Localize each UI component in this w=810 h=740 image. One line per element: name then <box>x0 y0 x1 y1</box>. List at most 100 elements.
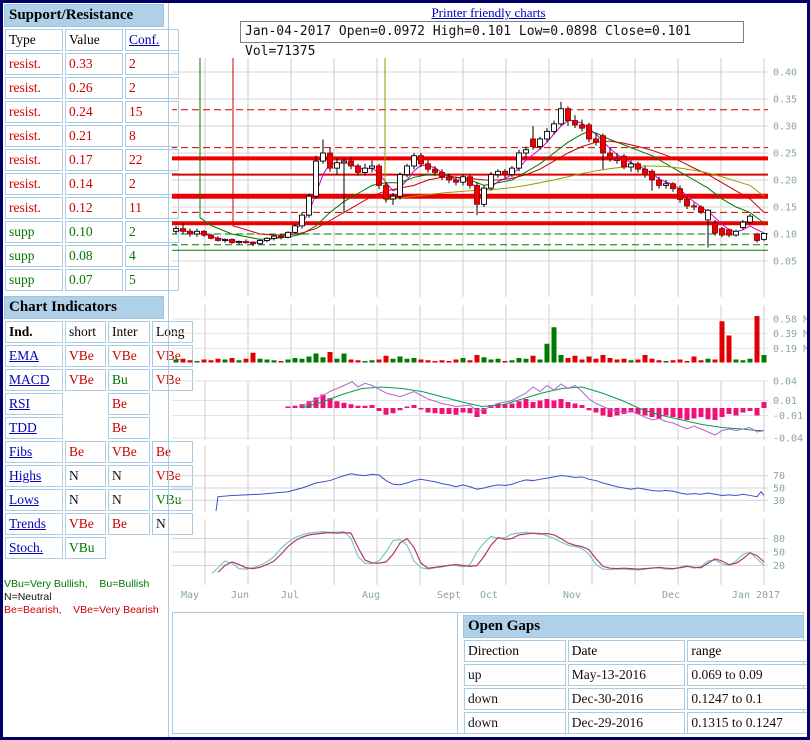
svg-text:Jul: Jul <box>281 590 299 601</box>
sr-conf-cell: 2 <box>125 53 179 75</box>
open-gaps-title: Open Gaps <box>463 615 804 638</box>
svg-text:0.40: 0.40 <box>773 68 797 79</box>
gaps-col-range: range <box>687 640 808 662</box>
ind-col-inter: Inter <box>108 321 150 343</box>
sr-conf-cell: 5 <box>125 269 179 291</box>
indicator-row: TrendsVBeBeN <box>5 513 193 535</box>
sr-type-cell: resist. <box>5 149 63 171</box>
sr-conf-cell: 4 <box>125 245 179 267</box>
svg-text:Jan 2017: Jan 2017 <box>732 590 780 601</box>
sr-conf-cell: 2 <box>125 173 179 195</box>
svg-text:50: 50 <box>773 484 785 495</box>
sr-row: supp0.084 <box>5 245 179 267</box>
gap-range-cell: 0.1247 to 0.1 <box>687 688 808 710</box>
ind-rating-cell: N <box>108 465 150 487</box>
gap-row: downDec-29-20160.1315 to 0.1247 <box>464 712 808 734</box>
svg-text:Sept: Sept <box>437 590 461 601</box>
ind-empty-cell <box>65 393 106 415</box>
indicator-link-tdd[interactable]: TDD <box>9 420 37 435</box>
ind-rating-cell: Be <box>108 513 150 535</box>
column-divider <box>168 3 169 737</box>
sr-value-cell: 0.26 <box>65 77 123 99</box>
svg-text:80: 80 <box>773 534 785 545</box>
ind-name-cell: MACD <box>5 369 63 391</box>
sr-type-cell: resist. <box>5 53 63 75</box>
indicator-link-highs[interactable]: Highs <box>9 468 41 483</box>
ind-rating-cell: VBu <box>65 537 106 559</box>
indicator-link-fibs[interactable]: Fibs <box>9 444 32 459</box>
legend-line: VBu=Very Bullish, Bu=Bullish <box>4 578 166 591</box>
sr-row: resist.0.332 <box>5 53 179 75</box>
indicator-link-ema[interactable]: EMA <box>9 348 39 363</box>
ind-col-ind: Ind. <box>5 321 63 343</box>
sr-value-cell: 0.14 <box>65 173 123 195</box>
sr-type-cell: resist. <box>5 197 63 219</box>
ind-name-cell: Lows <box>5 489 63 511</box>
svg-text:20: 20 <box>773 561 785 572</box>
sr-col-type: Type <box>5 29 63 51</box>
sr-value-cell: 0.12 <box>65 197 123 219</box>
ind-name-cell: Trends <box>5 513 63 535</box>
gap-range-cell: 0.1315 to 0.1247 <box>687 712 808 734</box>
sr-row: resist.0.262 <box>5 77 179 99</box>
printer-friendly-link[interactable]: Printer friendly charts <box>431 5 545 20</box>
support-resistance-table: TypeValueConf.resist.0.332resist.0.262re… <box>3 27 181 293</box>
gap-direction-cell: up <box>464 664 566 686</box>
svg-text:-0.04: -0.04 <box>773 434 803 445</box>
ind-name-cell: Fibs <box>5 441 63 463</box>
gaps-col-date: Date <box>568 640 686 662</box>
sr-value-cell: 0.07 <box>65 269 123 291</box>
ohlc-readout-box[interactable]: Jan-04-2017 Open=0.0972 High=0.101 Low=0… <box>240 21 744 43</box>
ind-name-cell: Highs <box>5 465 63 487</box>
ind-rating-cell: Bu <box>108 369 150 391</box>
chart-indicators-table: Ind.shortInterLongEMAVBeVBeVBeMACDVBeBuV… <box>3 319 195 561</box>
gap-direction-cell: down <box>464 712 566 734</box>
chart-indicators-title: Chart Indicators <box>4 296 164 319</box>
svg-text:50: 50 <box>773 548 785 559</box>
indicator-link-stoch[interactable]: Stoch. <box>9 540 43 555</box>
support-resistance-title: Support/Resistance <box>4 4 164 27</box>
sr-type-cell: resist. <box>5 101 63 123</box>
svg-text:0.58 M: 0.58 M <box>773 315 808 326</box>
gap-range-cell: 0.069 to 0.09 <box>687 664 808 686</box>
gap-date-cell: Dec-29-2016 <box>568 712 686 734</box>
ind-rating-cell: VBe <box>108 441 150 463</box>
indicator-row: HighsNNVBe <box>5 465 193 487</box>
sr-type-cell: supp <box>5 245 63 267</box>
sr-conf-cell: 15 <box>125 101 179 123</box>
sr-type-cell: resist. <box>5 173 63 195</box>
ind-rating-cell: N <box>108 489 150 511</box>
indicator-link-lows[interactable]: Lows <box>9 492 39 507</box>
ind-rating-cell: Be <box>108 417 150 439</box>
legend-line: Be=Bearish, VBe=Very Bearish <box>4 604 166 617</box>
printer-link-row: Printer friendly charts <box>170 4 807 22</box>
gap-row: downDec-30-20160.1247 to 0.1 <box>464 688 808 710</box>
gap-date-cell: May-13-2016 <box>568 664 686 686</box>
sr-conf-cell: 2 <box>125 77 179 99</box>
svg-text:Jun: Jun <box>231 590 249 601</box>
svg-text:Oct: Oct <box>480 590 498 601</box>
ind-name-cell: RSI <box>5 393 63 415</box>
sr-conf-cell: 22 <box>125 149 179 171</box>
sr-row: resist.0.1722 <box>5 149 179 171</box>
sr-value-cell: 0.24 <box>65 101 123 123</box>
indicator-row: LowsNNVBu <box>5 489 193 511</box>
indicator-row: RSI Be <box>5 393 193 415</box>
legend-line: N=Neutral <box>4 591 166 604</box>
ind-empty-cell <box>65 417 106 439</box>
sr-value-cell: 0.21 <box>65 125 123 147</box>
indicator-link-rsi[interactable]: RSI <box>9 396 30 411</box>
sr-row: supp0.102 <box>5 221 179 243</box>
conf-link[interactable]: Conf. <box>129 32 159 47</box>
svg-text:0.04: 0.04 <box>773 377 797 388</box>
indicator-link-trends[interactable]: Trends <box>9 516 46 531</box>
sr-col-conf: Conf. <box>125 29 179 51</box>
sr-conf-cell: 2 <box>125 221 179 243</box>
sr-value-cell: 0.10 <box>65 221 123 243</box>
indicator-link-macd[interactable]: MACD <box>9 372 50 387</box>
indicator-legend: VBu=Very Bullish, Bu=BullishN=NeutralBe=… <box>4 578 166 617</box>
ind-rating-cell: Be <box>108 393 150 415</box>
ind-name-cell: Stoch. <box>5 537 63 559</box>
sr-col-value: Value <box>65 29 123 51</box>
sr-row: resist.0.1211 <box>5 197 179 219</box>
